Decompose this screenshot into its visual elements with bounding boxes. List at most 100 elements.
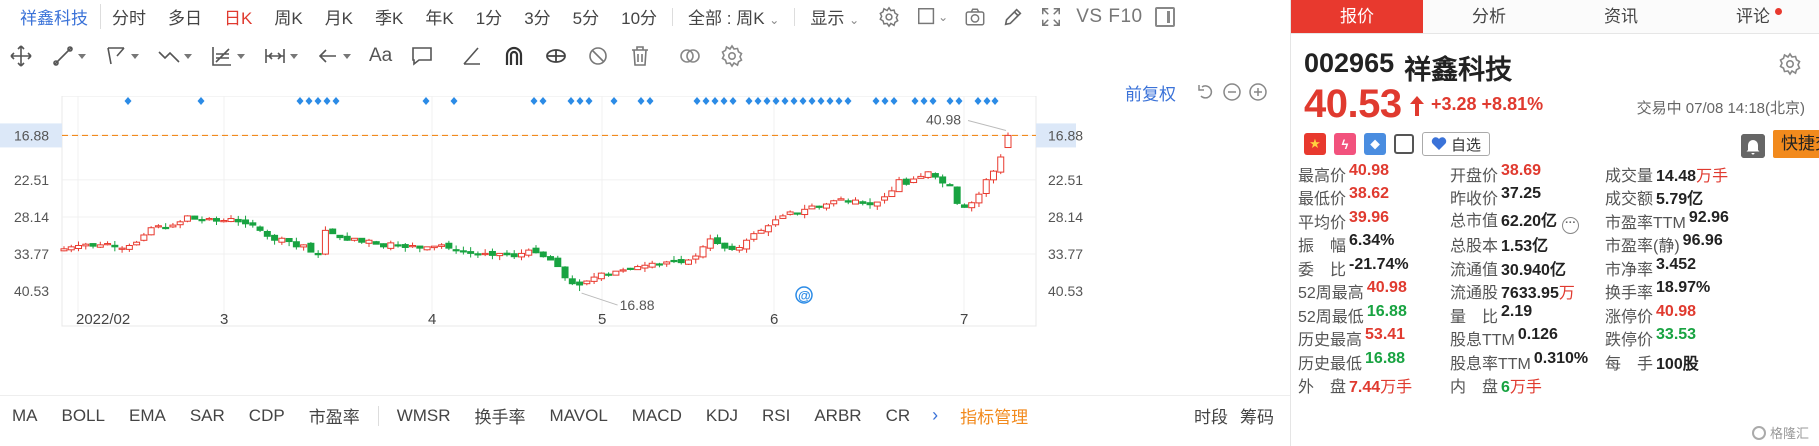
gear-icon[interactable] bbox=[1778, 52, 1802, 76]
text-tool-icon[interactable]: Aa bbox=[360, 45, 401, 67]
event-diamond-icon[interactable] bbox=[314, 97, 322, 105]
event-diamond-icon[interactable] bbox=[729, 97, 737, 105]
event-diamond-icon[interactable] bbox=[720, 97, 728, 105]
line-tool-icon[interactable] bbox=[42, 44, 95, 68]
tag-icon[interactable]: ⬥ bbox=[1364, 133, 1386, 155]
tab-chips[interactable]: 筹码 bbox=[1234, 403, 1280, 428]
comment-tool-icon[interactable] bbox=[401, 44, 443, 68]
period-daily-k[interactable]: 日K bbox=[213, 4, 263, 29]
ruler-angle-icon[interactable] bbox=[451, 44, 493, 68]
period-10min[interactable]: 10分 bbox=[610, 4, 668, 29]
tab-comments[interactable]: 评论 bbox=[1687, 0, 1819, 33]
indicator-wmsr[interactable]: WMSR bbox=[385, 406, 463, 426]
indicator-pe[interactable]: 市盈率 bbox=[297, 403, 372, 428]
indicator-arbr[interactable]: ARBR bbox=[802, 406, 873, 426]
period-1min[interactable]: 1分 bbox=[465, 4, 513, 29]
event-diamond-icon[interactable] bbox=[808, 97, 816, 105]
period-3min[interactable]: 3分 bbox=[513, 4, 561, 29]
event-diamond-icon[interactable] bbox=[790, 97, 798, 105]
event-diamond-icon[interactable] bbox=[763, 97, 771, 105]
panel-toggle-icon[interactable] bbox=[1154, 6, 1175, 27]
event-diamond-icon[interactable] bbox=[974, 97, 982, 105]
move-cross-icon[interactable] bbox=[0, 44, 42, 68]
event-diamond-icon[interactable] bbox=[567, 97, 575, 105]
period-intraday[interactable]: 分时 bbox=[101, 4, 157, 29]
event-diamond-icon[interactable] bbox=[305, 97, 313, 105]
chevron-right-icon[interactable]: › bbox=[922, 405, 948, 426]
event-diamond-icon[interactable] bbox=[911, 97, 919, 105]
indicator-cdp[interactable]: CDP bbox=[237, 406, 297, 426]
event-diamond-icon[interactable] bbox=[844, 97, 852, 105]
add-watchlist-button[interactable]: 自选 bbox=[1422, 132, 1491, 156]
event-diamond-icon[interactable] bbox=[124, 97, 132, 105]
pen-draw-icon[interactable] bbox=[994, 6, 1032, 28]
bell-icon[interactable] bbox=[1741, 134, 1765, 158]
settings-gear-icon[interactable] bbox=[870, 6, 908, 28]
channel-tool-icon[interactable] bbox=[95, 44, 148, 68]
fullscreen-icon[interactable] bbox=[1032, 6, 1070, 28]
event-diamond-icon[interactable] bbox=[539, 97, 547, 105]
vs-f10-button[interactable]: VS F10 bbox=[1070, 6, 1148, 28]
quick-trade-button[interactable]: 快捷交易 bbox=[1773, 130, 1819, 158]
period-monthly-k[interactable]: 月K bbox=[314, 4, 364, 29]
event-diamond-icon[interactable] bbox=[946, 97, 954, 105]
indicator-turnover[interactable]: 换手率 bbox=[463, 403, 538, 428]
lock-drawing-icon[interactable] bbox=[535, 44, 577, 68]
range-select[interactable]: 全部 : 周K ⌄ bbox=[677, 4, 790, 29]
candlestick-chart[interactable]: @ 40.53 40.53 33.77 33.77 28.14 28.14 22.51 22.… bbox=[0, 96, 1290, 392]
event-diamond-icon[interactable] bbox=[835, 97, 843, 105]
event-diamond-icon[interactable] bbox=[872, 97, 880, 105]
event-diamond-icon[interactable] bbox=[197, 97, 205, 105]
tab-news[interactable]: 资讯 bbox=[1555, 0, 1687, 33]
event-diamond-icon[interactable] bbox=[929, 97, 937, 105]
indicator-cr[interactable]: CR bbox=[874, 406, 923, 426]
event-diamond-icon[interactable] bbox=[422, 97, 430, 105]
tab-quote[interactable]: 报价 bbox=[1291, 0, 1423, 33]
indicator-sar[interactable]: SAR bbox=[178, 406, 237, 426]
tab-time-range[interactable]: 时段 bbox=[1188, 403, 1234, 428]
period-quarterly-k[interactable]: 季K bbox=[364, 4, 414, 29]
stock-name-tab[interactable]: 祥鑫科技 bbox=[0, 4, 101, 29]
event-diamond-icon[interactable] bbox=[296, 97, 304, 105]
document-icon[interactable] bbox=[1394, 134, 1414, 154]
period-weekly-k[interactable]: 周K bbox=[263, 4, 313, 29]
tab-analysis[interactable]: 分析 bbox=[1423, 0, 1555, 33]
event-diamond-icon[interactable] bbox=[920, 97, 928, 105]
indicator-manage-button[interactable]: 指标管理 bbox=[948, 403, 1040, 428]
indicator-ema[interactable]: EMA bbox=[117, 406, 178, 426]
event-diamond-icon[interactable] bbox=[991, 97, 999, 105]
event-diamond-icon[interactable] bbox=[530, 97, 538, 105]
camera-icon[interactable] bbox=[956, 6, 994, 28]
event-diamond-icon[interactable] bbox=[745, 97, 753, 105]
hide-drawing-icon[interactable] bbox=[577, 44, 619, 68]
compare-rings-icon[interactable] bbox=[669, 44, 711, 68]
event-markers[interactable]: @ bbox=[124, 97, 999, 304]
period-5min[interactable]: 5分 bbox=[562, 4, 610, 29]
event-diamond-icon[interactable] bbox=[754, 97, 762, 105]
event-diamond-icon[interactable] bbox=[817, 97, 825, 105]
period-multi-day[interactable]: 多日 bbox=[157, 4, 213, 29]
period-yearly-k[interactable]: 年K bbox=[414, 4, 464, 29]
indicator-ma[interactable]: MA bbox=[0, 406, 50, 426]
magnet-icon[interactable] bbox=[493, 44, 535, 68]
event-diamond-icon[interactable] bbox=[781, 97, 789, 105]
range-measure-icon[interactable] bbox=[254, 44, 307, 68]
event-diamond-icon[interactable] bbox=[693, 97, 701, 105]
event-diamond-icon[interactable] bbox=[881, 97, 889, 105]
event-diamond-icon[interactable] bbox=[585, 97, 593, 105]
event-diamond-icon[interactable] bbox=[323, 97, 331, 105]
event-diamond-icon[interactable] bbox=[955, 97, 963, 105]
display-menu[interactable]: 显示 ⌄ bbox=[799, 4, 870, 29]
chart-type-square-icon[interactable]: ⌄ bbox=[908, 6, 956, 28]
indicator-rsi[interactable]: RSI bbox=[750, 406, 802, 426]
event-diamond-icon[interactable] bbox=[826, 97, 834, 105]
event-diamond-icon[interactable] bbox=[637, 97, 645, 105]
trash-icon[interactable] bbox=[619, 44, 661, 68]
chart-settings-gear-icon[interactable] bbox=[711, 44, 753, 68]
indicator-boll[interactable]: BOLL bbox=[50, 406, 117, 426]
event-diamond-icon[interactable] bbox=[890, 97, 898, 105]
wave-tool-icon[interactable] bbox=[148, 44, 201, 68]
event-diamond-icon[interactable] bbox=[983, 97, 991, 105]
event-diamond-icon[interactable] bbox=[711, 97, 719, 105]
indicator-kdj[interactable]: KDJ bbox=[694, 406, 750, 426]
